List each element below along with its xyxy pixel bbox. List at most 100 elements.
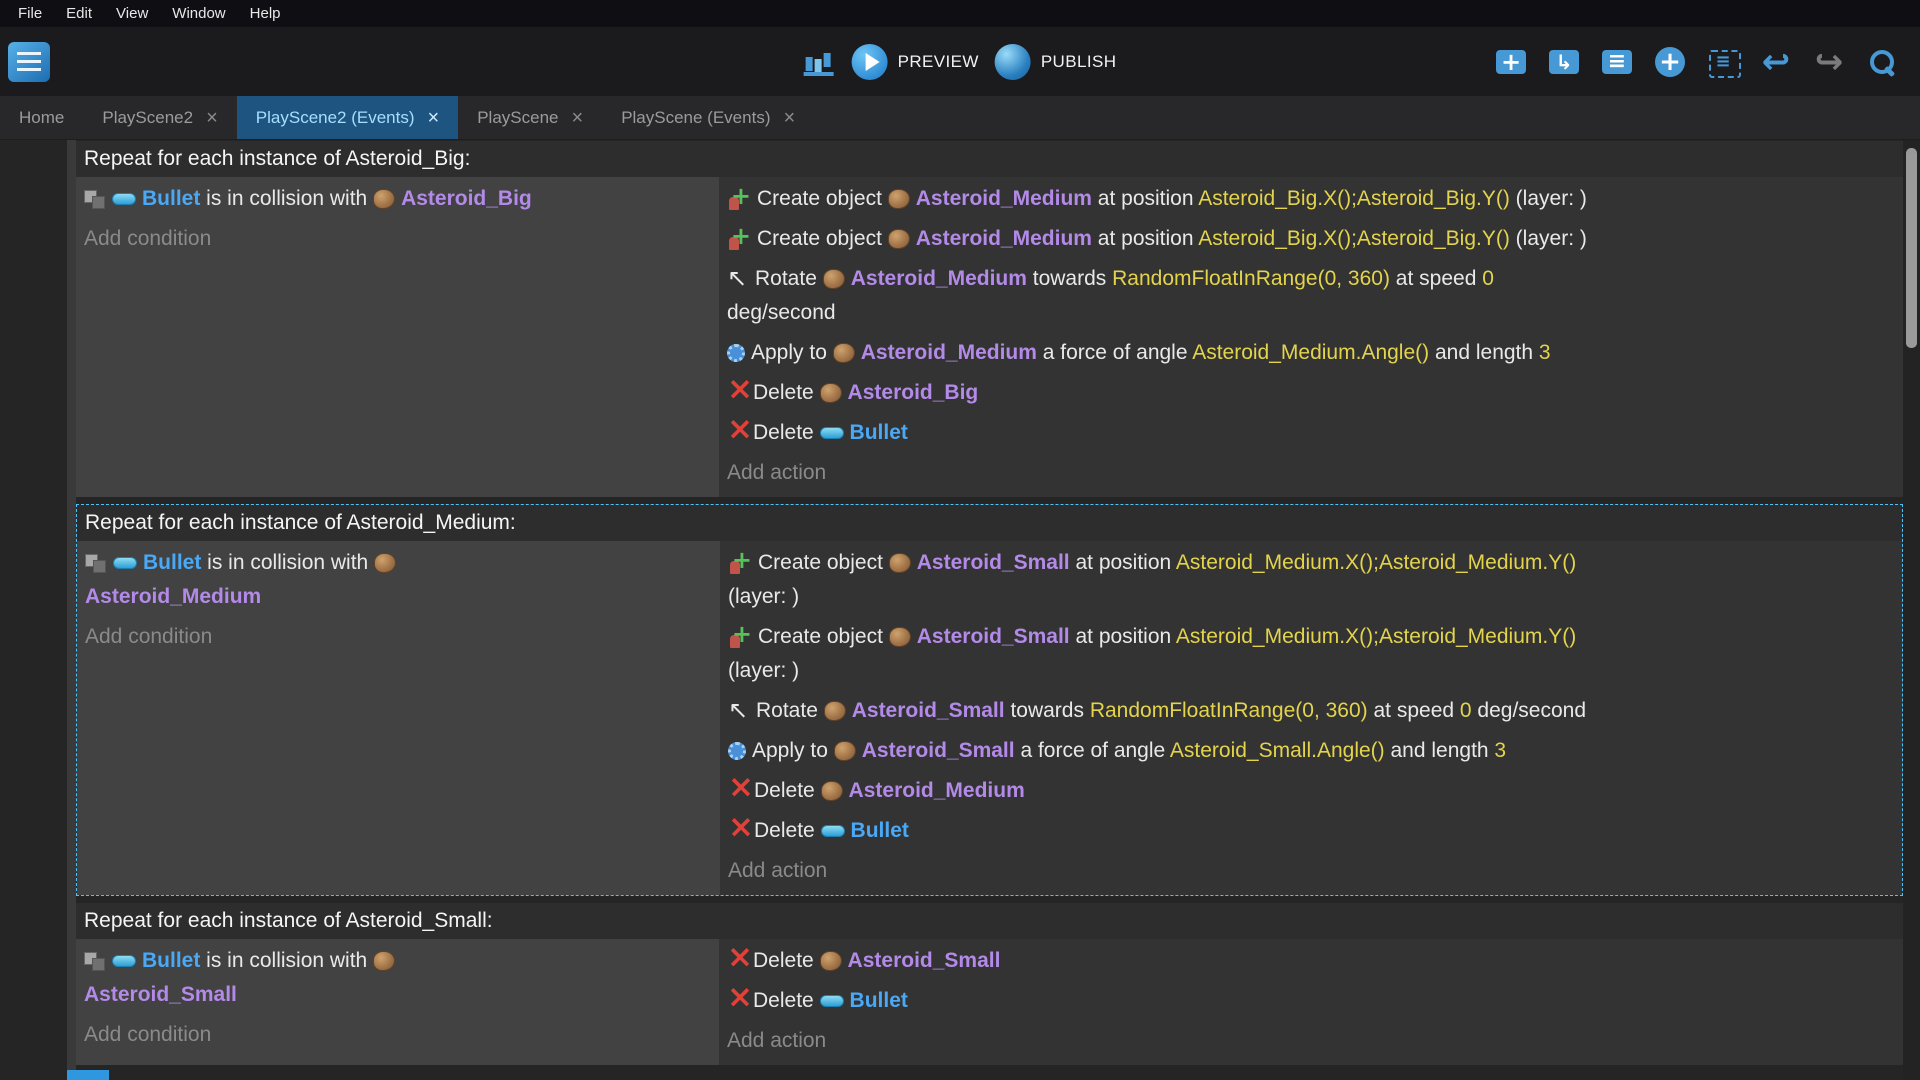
instruction-text: Delete bbox=[753, 381, 820, 404]
horizontal-scrollbar-thumb[interactable] bbox=[67, 1070, 109, 1080]
collision-icon bbox=[85, 554, 107, 572]
tab-playscene[interactable]: PlayScene × bbox=[458, 96, 602, 139]
tab-label: PlayScene (Events) bbox=[621, 108, 770, 128]
action-row[interactable]: Delete Asteroid_Big bbox=[727, 373, 1895, 413]
action-row[interactable]: Create object Asteroid_Small at position… bbox=[728, 543, 1894, 617]
publish-button[interactable]: PUBLISH bbox=[995, 44, 1117, 80]
object-name: Asteroid_Big bbox=[401, 187, 532, 210]
object-name: Asteroid_Medium bbox=[849, 779, 1025, 802]
action-row[interactable]: Apply to Asteroid_Small a force of angle… bbox=[728, 731, 1894, 771]
app-icon[interactable] bbox=[8, 42, 50, 82]
object-name: Asteroid_Medium bbox=[851, 267, 1027, 290]
instruction-text: Delete bbox=[753, 421, 820, 444]
asteroid-icon bbox=[834, 741, 856, 761]
event-block[interactable]: Repeat for each instance of Asteroid_Big… bbox=[76, 141, 1903, 497]
add-condition-link[interactable]: Add condition bbox=[84, 219, 711, 259]
close-tab-icon[interactable]: × bbox=[428, 108, 440, 128]
add-event-type-icon[interactable] bbox=[1650, 44, 1690, 80]
tab-playscene-events[interactable]: PlayScene (Events) × bbox=[602, 96, 814, 139]
add-condition-link[interactable]: Add condition bbox=[84, 1015, 711, 1055]
events-gutter-strip bbox=[67, 140, 76, 1080]
vertical-scrollbar-thumb[interactable] bbox=[1906, 148, 1917, 348]
action-row[interactable]: Rotate Asteroid_Medium towards RandomFlo… bbox=[727, 259, 1895, 333]
add-event-icon[interactable] bbox=[1491, 44, 1531, 80]
condition-row[interactable]: Bullet is in collision with Asteroid_Sma… bbox=[84, 941, 711, 1015]
add-condition-link[interactable]: Add condition bbox=[85, 617, 712, 657]
menu-window[interactable]: Window bbox=[160, 5, 237, 22]
asteroid-icon bbox=[833, 343, 855, 363]
close-tab-icon[interactable]: × bbox=[783, 108, 795, 128]
condition-row[interactable]: Bullet is in collision with Asteroid_Big bbox=[84, 179, 711, 219]
instruction-text: Create object bbox=[757, 187, 888, 210]
action-row[interactable]: Delete Bullet bbox=[728, 811, 1894, 851]
object-name: Bullet bbox=[143, 551, 201, 574]
create-icon bbox=[727, 188, 751, 210]
menu-file[interactable]: File bbox=[6, 5, 54, 22]
search-icon[interactable] bbox=[1862, 44, 1902, 80]
add-action-link[interactable]: Add action bbox=[727, 453, 1895, 493]
vertical-scrollbar[interactable] bbox=[1903, 140, 1920, 1080]
bullet-icon bbox=[821, 825, 845, 837]
events-sheet: Repeat for each instance of Asteroid_Big… bbox=[0, 140, 1920, 1080]
menu-help[interactable]: Help bbox=[238, 5, 293, 22]
delete-icon bbox=[727, 422, 747, 444]
action-row[interactable]: Delete Bullet bbox=[727, 413, 1895, 453]
action-row[interactable]: Create object Asteroid_Medium at positio… bbox=[727, 179, 1895, 219]
asteroid-icon bbox=[374, 553, 396, 573]
tab-label: Home bbox=[19, 108, 64, 128]
instruction-text: Rotate bbox=[755, 267, 823, 290]
expression: Asteroid_Medium.X();Asteroid_Medium.Y() bbox=[1176, 551, 1576, 574]
expression: RandomFloatInRange(0, 360) bbox=[1090, 699, 1368, 722]
event-block[interactable]: Repeat for each instance of Asteroid_Med… bbox=[76, 504, 1903, 896]
bullet-icon bbox=[112, 955, 136, 967]
play-icon bbox=[852, 44, 888, 80]
object-name: Asteroid_Medium bbox=[916, 227, 1092, 250]
conditions-column: Bullet is in collision with Asteroid_Med… bbox=[77, 541, 720, 895]
event-header[interactable]: Repeat for each instance of Asteroid_Med… bbox=[77, 505, 1902, 541]
expression: Asteroid_Big.X();Asteroid_Big.Y() bbox=[1198, 187, 1510, 210]
create-icon bbox=[727, 228, 751, 250]
action-row[interactable]: Apply to Asteroid_Medium a force of angl… bbox=[727, 333, 1895, 373]
add-subevent-icon[interactable] bbox=[1544, 44, 1584, 80]
event-body: Bullet is in collision with Asteroid_Sma… bbox=[76, 939, 1903, 1065]
bullet-icon bbox=[113, 557, 137, 569]
instruction-text: Apply to bbox=[751, 341, 833, 364]
add-action-link[interactable]: Add action bbox=[727, 1021, 1895, 1061]
conditions-column: Bullet is in collision with Asteroid_Big… bbox=[76, 177, 719, 497]
instruction-text: is in collision with bbox=[200, 187, 373, 210]
event-header[interactable]: Repeat for each instance of Asteroid_Big… bbox=[76, 141, 1903, 177]
menu-edit[interactable]: Edit bbox=[54, 5, 104, 22]
action-row[interactable]: Rotate Asteroid_Small towards RandomFloa… bbox=[728, 691, 1894, 731]
object-name: Asteroid_Small bbox=[84, 983, 237, 1006]
tab-playscene2-events[interactable]: PlayScene2 (Events)× bbox=[237, 96, 458, 139]
instruction-text: towards bbox=[1005, 699, 1090, 722]
preview-button[interactable]: PREVIEW bbox=[852, 44, 979, 80]
object-name: Bullet bbox=[142, 187, 200, 210]
event-block[interactable]: Repeat for each instance of Asteroid_Sma… bbox=[76, 903, 1903, 1065]
redo-icon[interactable] bbox=[1809, 44, 1849, 80]
action-row[interactable]: Delete Asteroid_Small bbox=[727, 941, 1895, 981]
delete-icon bbox=[727, 950, 747, 972]
add-action-link[interactable]: Add action bbox=[728, 851, 1894, 891]
undo-icon[interactable] bbox=[1756, 44, 1796, 80]
instruction-text: Delete bbox=[754, 819, 821, 842]
object-name: Bullet bbox=[142, 949, 200, 972]
asteroid-icon bbox=[373, 189, 395, 209]
action-row[interactable]: Delete Asteroid_Medium bbox=[728, 771, 1894, 811]
close-tab-icon[interactable]: × bbox=[206, 108, 218, 128]
instruction-text: Apply to bbox=[752, 739, 834, 762]
close-tab-icon[interactable]: × bbox=[572, 108, 584, 128]
action-row[interactable]: Create object Asteroid_Small at position… bbox=[728, 617, 1894, 691]
tab-home[interactable]: Home bbox=[0, 96, 83, 139]
condition-row[interactable]: Bullet is in collision with Asteroid_Med… bbox=[85, 543, 712, 617]
tab-bar: HomePlayScene2×PlayScene2 (Events)×PlayS… bbox=[0, 96, 1920, 140]
action-row[interactable]: Delete Bullet bbox=[727, 981, 1895, 1021]
add-comment-icon[interactable] bbox=[1597, 44, 1637, 80]
event-header[interactable]: Repeat for each instance of Asteroid_Sma… bbox=[76, 903, 1903, 939]
select-events-icon[interactable] bbox=[1703, 44, 1743, 80]
tab-playscene2[interactable]: PlayScene2× bbox=[83, 96, 236, 139]
tab-label: PlayScene bbox=[477, 108, 558, 128]
instruction-text: at speed bbox=[1368, 699, 1460, 722]
menu-view[interactable]: View bbox=[104, 5, 160, 22]
action-row[interactable]: Create object Asteroid_Medium at positio… bbox=[727, 219, 1895, 259]
